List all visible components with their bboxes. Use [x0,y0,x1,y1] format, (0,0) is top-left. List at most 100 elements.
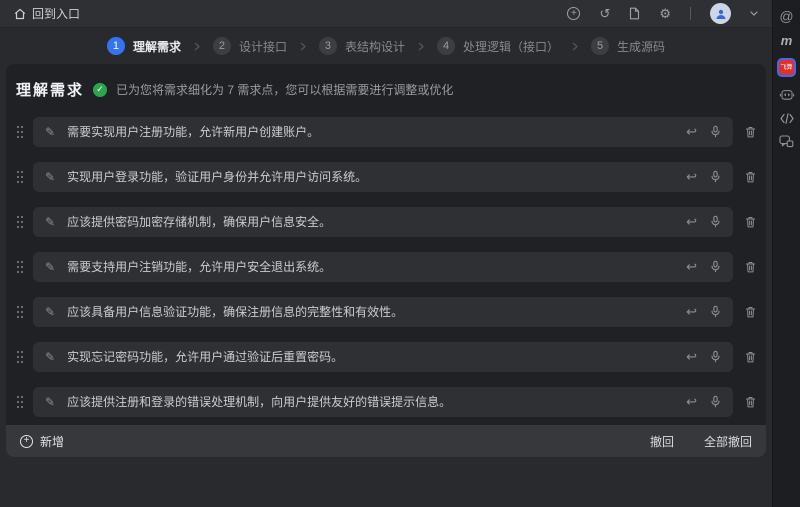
add-requirement-button[interactable]: + 新增 [20,433,64,450]
right-tool-sidebar: @ m 飞算 [772,0,800,507]
undo-icon[interactable]: ↩ [686,395,697,408]
requirement-actions: ↩ [686,215,721,228]
edit-icon: ✎ [45,350,55,364]
drag-handle-icon[interactable] [16,349,24,365]
footer-actions: 撤回 全部撤回 [650,433,752,450]
drag-handle-icon[interactable] [16,304,24,320]
user-avatar[interactable] [710,3,731,24]
undo-icon[interactable]: ↩ [686,125,697,138]
document-icon[interactable] [629,7,640,20]
undo-icon[interactable]: ↩ [686,260,697,273]
requirement-input[interactable]: ✎ 应该具备用户信息验证功能，确保注册信息的完整性和有效性。 ↩ [33,297,733,327]
undo-icon[interactable]: ↩ [686,215,697,228]
undo-all-button[interactable]: 全部撤回 [704,433,752,450]
chevron-right-icon [300,42,306,51]
step-label: 理解需求 [133,38,181,55]
mic-icon[interactable] [710,170,721,183]
requirement-actions: ↩ [686,260,721,273]
requirement-text[interactable]: 应该具备用户信息验证功能，确保注册信息的完整性和有效性。 [67,303,674,320]
step-number: 1 [107,37,125,55]
delete-icon[interactable] [745,126,756,138]
edit-icon: ✎ [45,125,55,139]
requirement-input[interactable]: ✎ 需要实现用户注册功能，允许新用户创建账户。 ↩ [33,117,733,147]
step-label: 生成源码 [617,38,665,55]
requirement-row: ✎ 实现用户登录功能，验证用户身份并允许用户访问系统。 ↩ [6,154,766,199]
step-table-structure[interactable]: 3 表结构设计 [319,37,405,55]
undo-icon[interactable]: ↩ [686,305,697,318]
edit-icon: ✎ [45,215,55,229]
requirement-input[interactable]: ✎ 实现用户登录功能，验证用户身份并允许用户访问系统。 ↩ [33,162,733,192]
new-project-icon[interactable]: + [567,7,580,20]
mic-icon[interactable] [710,305,721,318]
m-tool-icon[interactable]: m [781,34,793,47]
feisuan-logo-icon[interactable]: 飞算 [777,58,796,77]
success-check-icon: ✓ [93,83,107,97]
step-number: 4 [437,37,455,55]
chevron-right-icon [418,42,424,51]
requirement-text[interactable]: 需要支持用户注销功能，允许用户安全退出系统。 [67,258,674,275]
drag-handle-icon[interactable] [16,169,24,185]
delete-icon[interactable] [745,171,756,183]
requirement-text[interactable]: 需要实现用户注册功能，允许新用户创建账户。 [67,123,674,140]
requirement-input[interactable]: ✎ 实现忘记密码功能，允许用户通过验证后重置密码。 ↩ [33,342,733,372]
requirement-actions: ↩ [686,350,721,363]
chevron-down-icon[interactable] [750,11,758,16]
requirement-text[interactable]: 实现忘记密码功能，允许用户通过验证后重置密码。 [67,348,674,365]
robot-icon[interactable] [779,88,795,102]
step-understand-requirements[interactable]: 1 理解需求 [107,37,181,55]
person-icon [715,8,727,20]
delete-icon[interactable] [745,396,756,408]
back-label: 回到入口 [32,5,80,22]
requirement-row: ✎ 需要支持用户注销功能，允许用户安全退出系统。 ↩ [6,244,766,289]
mic-icon[interactable] [710,125,721,138]
settings-gear-icon[interactable]: ⚙ [659,7,671,20]
requirement-row: ✎ 应该提供密码加密存储机制，确保用户信息安全。 ↩ [6,199,766,244]
history-icon[interactable]: ↺ [599,7,610,20]
step-processing-logic[interactable]: 4 处理逻辑（接口） [437,37,559,55]
back-to-entry-button[interactable]: 回到入口 [14,5,80,22]
mic-icon[interactable] [710,260,721,273]
step-generate-source[interactable]: 5 生成源码 [591,37,665,55]
add-circle-icon: + [20,435,33,448]
drag-handle-icon[interactable] [16,124,24,140]
step-design-interface[interactable]: 2 设计接口 [213,37,287,55]
requirement-actions: ↩ [686,125,721,138]
requirement-input[interactable]: ✎ 需要支持用户注销功能，允许用户安全退出系统。 ↩ [33,252,733,282]
drag-handle-icon[interactable] [16,214,24,230]
step-number: 2 [213,37,231,55]
requirement-text[interactable]: 实现用户登录功能，验证用户身份并允许用户访问系统。 [67,168,674,185]
edit-icon: ✎ [45,170,55,184]
chevron-right-icon [572,42,578,51]
requirement-text[interactable]: 应该提供注册和登录的错误处理机制，向用户提供友好的错误提示信息。 [67,393,674,410]
step-label: 处理逻辑（接口） [463,38,559,55]
requirement-actions: ↩ [686,170,721,183]
panel-footer: + 新增 撤回 全部撤回 [6,425,766,457]
mic-icon[interactable] [710,215,721,228]
delete-icon[interactable] [745,216,756,228]
undo-icon[interactable]: ↩ [686,350,697,363]
main-area: 回到入口 + ↺ ⚙ [0,0,772,507]
delete-icon[interactable] [745,261,756,273]
step-label: 设计接口 [239,38,287,55]
requirement-input[interactable]: ✎ 应该提供注册和登录的错误处理机制，向用户提供友好的错误提示信息。 ↩ [33,387,733,417]
requirement-text[interactable]: 应该提供密码加密存储机制，确保用户信息安全。 [67,213,674,230]
mic-icon[interactable] [710,395,721,408]
undo-icon[interactable]: ↩ [686,170,697,183]
requirement-row: ✎ 应该具备用户信息验证功能，确保注册信息的完整性和有效性。 ↩ [6,289,766,334]
undo-button[interactable]: 撤回 [650,433,674,450]
add-label: 新增 [40,433,64,450]
delete-icon[interactable] [745,351,756,363]
step-number: 5 [591,37,609,55]
delete-icon[interactable] [745,306,756,318]
spiral-logo-icon[interactable]: @ [779,9,793,23]
drag-handle-icon[interactable] [16,394,24,410]
group-chat-icon[interactable] [779,135,794,148]
drag-handle-icon[interactable] [16,259,24,275]
mic-icon[interactable] [710,350,721,363]
home-icon [14,8,26,20]
requirement-actions: ↩ [686,395,721,408]
requirement-input[interactable]: ✎ 应该提供密码加密存储机制，确保用户信息安全。 ↩ [33,207,733,237]
edit-icon: ✎ [45,395,55,409]
code-icon[interactable] [780,113,794,124]
step-label: 表结构设计 [345,38,405,55]
